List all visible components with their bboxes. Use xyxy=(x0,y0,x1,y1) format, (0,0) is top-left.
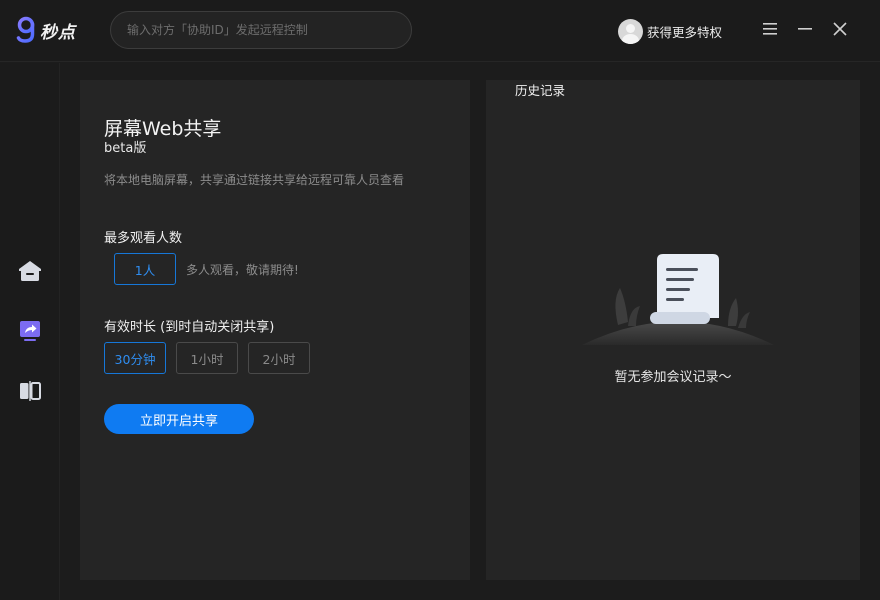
search-box[interactable] xyxy=(110,11,412,49)
logo-icon xyxy=(16,16,35,43)
close-button[interactable] xyxy=(829,18,851,40)
menu-icon xyxy=(763,23,777,35)
split-view-icon xyxy=(20,381,41,401)
app-name: 秒点 xyxy=(40,22,76,43)
duration-option-2h[interactable]: 2小时 xyxy=(248,342,310,374)
viewers-hint: 多人观看，敬请期待! xyxy=(186,263,299,277)
minimize-icon xyxy=(798,28,812,30)
duration-option-1h[interactable]: 1小时 xyxy=(176,342,238,374)
empty-history-text: 暂无参加会议记录～ xyxy=(614,370,732,385)
app-window: 秒点 获得更多特权 xyxy=(0,0,880,600)
nav-item-home[interactable] xyxy=(16,257,44,285)
home-icon xyxy=(19,261,41,281)
title-bar: 秒点 获得更多特权 xyxy=(0,0,880,62)
app-logo: 秒点 xyxy=(16,16,76,44)
avatar[interactable] xyxy=(618,19,643,44)
share-description: 将本地电脑屏幕，共享通过链接共享给远程可靠人员查看 xyxy=(104,173,405,187)
share-panel: 屏幕Web共享 beta版 将本地电脑屏幕，共享通过链接共享给远程可靠人员查看 … xyxy=(80,80,470,580)
empty-scroll-illustration xyxy=(582,254,774,345)
history-panel: 历史记录 暂无参加会议记录～ xyxy=(486,80,860,580)
max-viewers-label: 最多观看人数 xyxy=(104,231,183,246)
screen-share-icon xyxy=(20,321,40,341)
duration-option-30min[interactable]: 30分钟 xyxy=(104,342,166,374)
nav-item-screen-share[interactable] xyxy=(16,317,44,345)
menu-button[interactable] xyxy=(759,18,781,40)
nav-item-split-view[interactable] xyxy=(16,377,44,405)
upgrade-link[interactable]: 获得更多特权 xyxy=(647,22,722,41)
minimize-button[interactable] xyxy=(794,18,816,40)
viewers-option-1[interactable]: 1人 xyxy=(114,253,176,285)
history-title: 历史记录 xyxy=(515,83,566,98)
duration-label: 有效时长 (到时自动关闭共享) xyxy=(104,320,275,335)
beta-label: beta版 xyxy=(104,141,147,156)
start-share-button[interactable]: 立即开启共享 xyxy=(104,404,254,434)
user-area[interactable]: 获得更多特权 xyxy=(618,19,722,44)
side-navigation xyxy=(0,63,60,600)
close-icon xyxy=(833,22,847,36)
remote-id-input[interactable] xyxy=(127,23,395,37)
